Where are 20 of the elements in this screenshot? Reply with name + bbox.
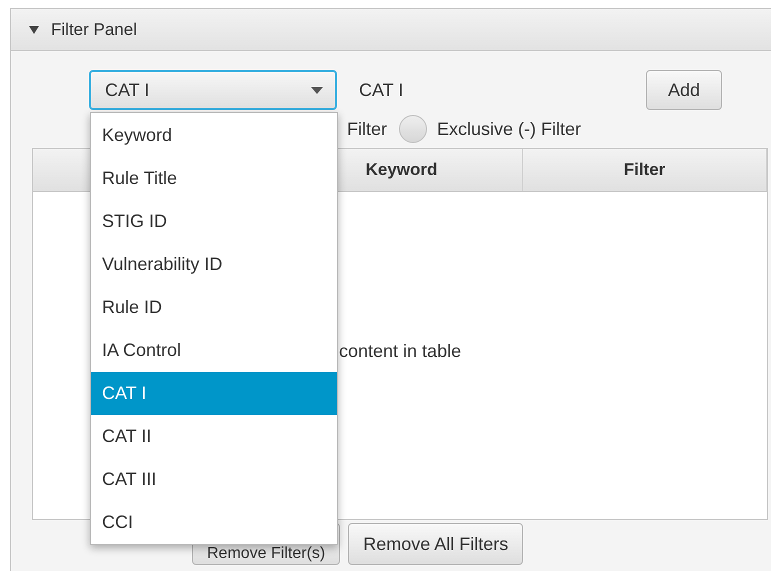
dropdown-option[interactable]: CAT III (91, 458, 337, 501)
panel-title: Filter Panel (51, 20, 137, 40)
category-dropdown[interactable]: CAT I (89, 70, 337, 110)
keyword-label: CAT I (359, 80, 404, 100)
add-button[interactable]: Add (646, 70, 722, 110)
dropdown-option[interactable]: STIG ID (91, 200, 337, 243)
radio-label: Filter (347, 118, 387, 140)
radio-label: Exclusive (-) Filter (437, 118, 582, 140)
panel-title-bar[interactable]: Filter Panel (11, 9, 771, 51)
dropdown-option[interactable]: CCI (91, 501, 337, 544)
column-header[interactable]: Filter (523, 149, 767, 191)
dropdown-option[interactable]: IA Control (91, 329, 337, 372)
radio-button[interactable] (399, 115, 427, 143)
collapse-triangle-icon[interactable] (29, 26, 39, 34)
remove-filter-button[interactable]: Remove All Filters (348, 523, 524, 565)
dropdown-option[interactable]: CAT II (91, 415, 337, 458)
dropdown-arrow-icon (311, 86, 323, 94)
empty-table-message: content in table (339, 341, 462, 362)
dropdown-option[interactable]: Rule ID (91, 286, 337, 329)
dropdown-option[interactable]: Vulnerability ID (91, 243, 337, 286)
